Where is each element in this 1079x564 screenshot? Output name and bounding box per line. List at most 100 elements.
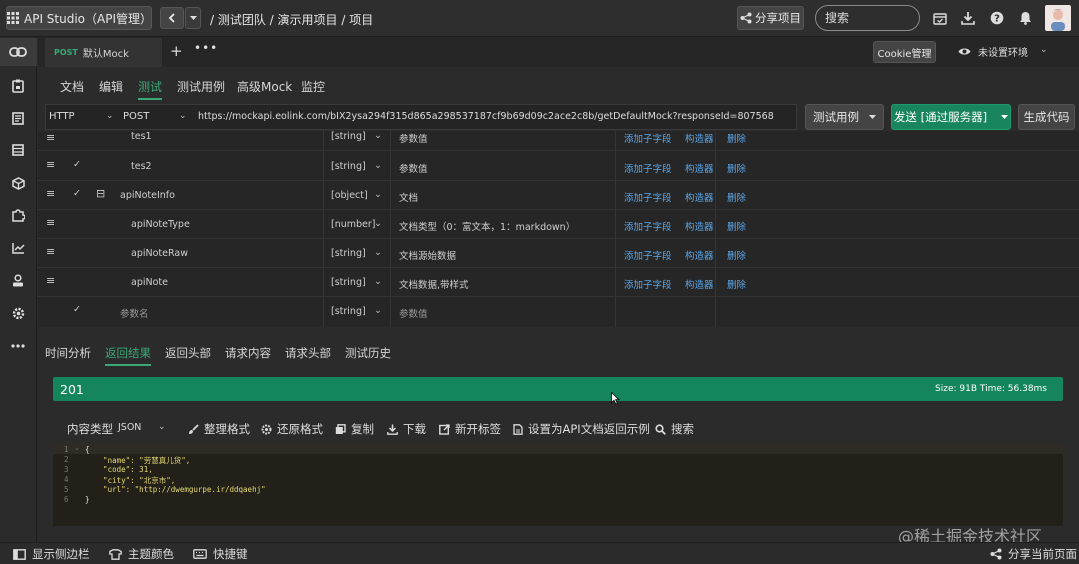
tab-response-result[interactable]: 返回结果 — [105, 345, 151, 366]
param-name[interactable]: apiNote — [131, 277, 168, 288]
param-type[interactable]: [string] — [331, 306, 366, 317]
open-new-tab-button[interactable]: 新开标签 — [439, 421, 501, 437]
history-dropdown-button[interactable] — [185, 7, 201, 29]
clipboard-icon[interactable] — [9, 77, 27, 95]
builder-link[interactable]: 构造器 — [685, 248, 714, 262]
share-page-button[interactable]: 分享当前页面 — [990, 546, 1077, 562]
drag-handle-icon[interactable]: ≡ — [46, 187, 55, 200]
set-as-example-button[interactable]: 设置为API文档返回示例 — [513, 421, 650, 437]
method-select[interactable]: POST — [123, 111, 149, 122]
table-icon[interactable] — [9, 141, 27, 159]
chevron-down-icon[interactable]: ⌄ — [374, 131, 382, 141]
link-icon[interactable] — [9, 43, 27, 61]
chevron-down-icon[interactable]: ⌄ — [374, 218, 382, 229]
breadcrumb[interactable]: / 测试团队 / 演示用项目 / 项目 — [210, 11, 373, 28]
add-child-link[interactable]: 添加子字段 — [624, 190, 672, 204]
fold-icon[interactable]: ⌄ — [74, 444, 80, 452]
avatar[interactable] — [1045, 5, 1071, 31]
app-switcher-button[interactable]: API Studio（API管理） — [6, 6, 152, 30]
chevron-down-icon[interactable]: ⌄ — [374, 160, 382, 171]
search-button[interactable]: 搜索 — [655, 421, 694, 437]
param-desc[interactable]: 文档数据,带样式 — [399, 277, 469, 291]
param-type[interactable]: [object] — [331, 190, 368, 201]
tab-test-history[interactable]: 测试历史 — [345, 345, 391, 361]
param-type[interactable]: [string] — [331, 161, 366, 172]
param-type[interactable]: [string] — [331, 131, 366, 142]
delete-link[interactable]: 删除 — [727, 161, 746, 175]
param-type[interactable]: [number] — [331, 219, 376, 230]
back-button[interactable] — [160, 7, 184, 29]
calendar-check-icon[interactable] — [932, 10, 948, 26]
tab-test[interactable]: 测试 — [138, 78, 163, 100]
chevron-down-icon[interactable]: ⌄ — [179, 111, 187, 121]
tab-timing[interactable]: 时间分析 — [45, 345, 91, 361]
content-type-select[interactable]: JSON — [118, 422, 141, 433]
tab-advanced-mock[interactable]: 高级Mock — [237, 78, 292, 95]
builder-link[interactable]: 构造器 — [685, 277, 714, 291]
chart-icon[interactable] — [9, 239, 27, 257]
drag-handle-icon[interactable]: ≡ — [46, 158, 55, 171]
param-name[interactable]: tes2 — [131, 161, 152, 172]
param-type[interactable]: [string] — [331, 248, 366, 259]
delete-link[interactable]: 删除 — [727, 277, 746, 291]
chevron-down-icon[interactable]: ⌄ — [1040, 45, 1048, 55]
add-child-link[interactable]: 添加子字段 — [624, 248, 672, 262]
param-name[interactable]: apiNoteRaw — [131, 248, 188, 259]
settings-icon[interactable] — [9, 304, 27, 322]
chevron-down-icon[interactable]: ⌄ — [106, 111, 114, 121]
chevron-down-icon[interactable]: ⌄ — [374, 247, 382, 258]
tab-request-body[interactable]: 请求内容 — [225, 345, 271, 361]
add-child-link[interactable]: 添加子字段 — [624, 161, 672, 175]
help-icon[interactable]: ? — [989, 10, 1005, 26]
checkbox[interactable]: ✓ — [73, 159, 81, 170]
tab-docs[interactable]: 文档 — [60, 78, 84, 95]
protocol-select[interactable]: HTTP — [49, 111, 75, 122]
copy-button[interactable]: 复制 — [335, 421, 374, 437]
chevron-down-icon[interactable]: ⌄ — [374, 189, 382, 200]
param-type[interactable]: [string] — [331, 277, 366, 288]
builder-link[interactable]: 构造器 — [685, 219, 714, 233]
add-child-link[interactable]: 添加子字段 — [624, 277, 672, 291]
chevron-down-icon[interactable]: ⌄ — [158, 422, 166, 432]
generate-code-button[interactable]: 生成代码 — [1018, 104, 1075, 130]
drag-handle-icon[interactable]: ≡ — [46, 131, 55, 144]
chevron-down-icon[interactable]: ⌄ — [374, 276, 382, 287]
bell-icon[interactable] — [1017, 10, 1033, 26]
download-icon[interactable] — [960, 10, 976, 26]
add-child-link[interactable]: 添加子字段 — [624, 131, 672, 145]
param-desc[interactable]: 参数值 — [399, 161, 428, 175]
document-icon[interactable] — [9, 109, 27, 127]
chevron-down-icon[interactable]: ⌄ — [374, 305, 382, 316]
tab-edit[interactable]: 编辑 — [99, 78, 123, 95]
tab-response-headers[interactable]: 返回头部 — [165, 345, 211, 361]
shortcuts-button[interactable]: 快捷键 — [193, 546, 248, 562]
checkbox[interactable]: ✓ — [73, 188, 81, 199]
drag-handle-icon[interactable]: ≡ — [46, 216, 55, 229]
show-sidebar-button[interactable]: 显示侧边栏 — [13, 546, 90, 562]
user-icon[interactable] — [9, 271, 27, 289]
restore-format-button[interactable]: 还原格式 — [261, 421, 323, 437]
share-project-button[interactable]: 分享项目 — [737, 6, 804, 30]
environment-selector[interactable]: 未设置环境 — [958, 44, 1028, 59]
delete-link[interactable]: 删除 — [727, 219, 746, 233]
builder-link[interactable]: 构造器 — [685, 131, 714, 145]
param-name[interactable]: apiNoteInfo — [120, 190, 175, 201]
search-input[interactable] — [815, 5, 920, 31]
delete-link[interactable]: 删除 — [727, 248, 746, 262]
drag-handle-icon[interactable]: ≡ — [46, 245, 55, 258]
more-tabs-button[interactable]: ••• — [194, 41, 218, 55]
file-tab-default-mock[interactable]: POST 默认Mock — [45, 38, 162, 67]
builder-link[interactable]: 构造器 — [685, 161, 714, 175]
builder-link[interactable]: 构造器 — [685, 190, 714, 204]
format-button[interactable]: 整理格式 — [188, 421, 250, 437]
download-button[interactable]: 下载 — [387, 421, 426, 437]
send-button[interactable]: 发送 [通过服务器] — [891, 104, 1011, 130]
cookie-manager-button[interactable]: Cookie管理 — [873, 41, 936, 63]
theme-color-button[interactable]: 主题颜色 — [109, 546, 174, 562]
checkbox[interactable]: ✓ — [73, 304, 81, 315]
add-child-link[interactable]: 添加子字段 — [624, 219, 672, 233]
param-name[interactable]: apiNoteType — [131, 219, 190, 230]
drag-handle-icon[interactable]: ≡ — [46, 274, 55, 287]
delete-link[interactable]: 删除 — [727, 190, 746, 204]
add-tab-button[interactable]: + — [170, 42, 183, 60]
